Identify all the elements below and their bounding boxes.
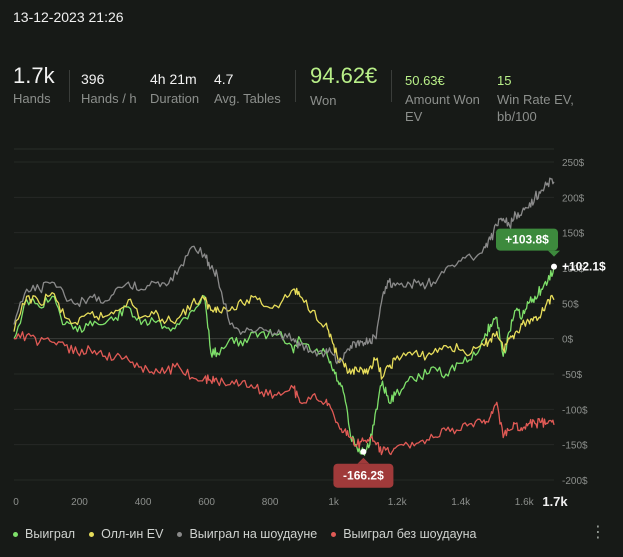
legend-label: Выиграл <box>25 527 76 541</box>
legend-dot <box>13 531 18 537</box>
max-annotation-text: +103.8$ <box>505 233 549 247</box>
max-annotation-pointer <box>548 250 560 257</box>
y-tick-label: -100$ <box>562 405 588 416</box>
x-tick-label: 1k <box>328 497 340 508</box>
x-end-label: 1.7k <box>542 494 568 509</box>
end-value-label: +102.1$ <box>562 260 606 274</box>
stat-amount-won-ev-value: 50.63€ <box>405 73 445 88</box>
stat-won: 94.62€ Won <box>310 62 377 109</box>
stat-won-label: Won <box>310 93 337 108</box>
x-tick-label: 800 <box>262 497 279 508</box>
stat-duration: 4h 21m Duration <box>150 71 199 107</box>
legend-item-allin-ev[interactable]: Олл-ин EV <box>89 527 163 541</box>
y-tick-label: -200$ <box>562 476 588 487</box>
min-annotation-pointer <box>357 457 370 464</box>
divider <box>69 70 70 102</box>
winnings-chart[interactable]: 250$200$150$100$50$0$-50$-100$-150$-200$… <box>0 140 623 515</box>
series-min-point <box>360 448 367 455</box>
stat-amount-won-ev-label-2: EV <box>405 109 423 124</box>
stat-won-value: 94.62€ <box>310 63 378 88</box>
stat-hands-value: 1.7k <box>13 63 55 88</box>
x-tick-label: 1.4k <box>451 497 471 508</box>
stat-avg-tables-value: 4.7 <box>214 71 234 87</box>
stat-hands-per-hour-label: Hands / h <box>81 91 137 106</box>
stat-duration-label: Duration <box>150 91 200 106</box>
legend-label: Выиграл на шоудауне <box>189 527 318 541</box>
stat-avg-tables: 4.7 Avg. Tables <box>214 71 281 107</box>
legend-item-non-showdown[interactable]: Выиграл без шоудауна <box>331 527 477 541</box>
x-tick-label: 1.2k <box>388 497 408 508</box>
y-tick-label: 0$ <box>562 335 574 346</box>
x-tick-label: 200 <box>71 497 88 508</box>
series-end-point <box>551 263 557 270</box>
session-datetime: 13-12-2023 21:26 <box>13 9 124 25</box>
series-line-2 <box>13 287 555 380</box>
stat-hands-label: Hands <box>13 91 51 106</box>
stat-hands: 1.7k Hands <box>13 62 55 107</box>
stat-amount-won-ev-label-1: Amount Won <box>405 92 480 107</box>
stat-win-rate-ev-value: 15 <box>497 73 512 88</box>
x-tick-label: 400 <box>135 497 152 508</box>
y-tick-label: 150$ <box>562 229 585 240</box>
kebab-menu-icon[interactable]: ⋮ <box>590 525 606 541</box>
legend-label: Олл-ин EV <box>101 527 164 541</box>
divider <box>391 70 392 102</box>
stat-avg-tables-label: Avg. Tables <box>214 91 281 106</box>
y-tick-label: -50$ <box>562 370 582 381</box>
legend-dot <box>331 531 337 537</box>
chart-legend: Выиграл Олл-ин EV Выиграл на шоудауне Вы… <box>13 527 491 541</box>
series-line-3 <box>13 177 555 365</box>
legend-item-won[interactable]: Выиграл <box>13 527 75 541</box>
y-tick-label: 250$ <box>562 158 585 169</box>
legend-item-showdown[interactable]: Выиграл на шоудауне <box>177 527 317 541</box>
min-annotation-text: -166.2$ <box>343 469 384 483</box>
x-tick-label: 600 <box>198 497 215 508</box>
stat-amount-won-ev: 50.63€ Amount Won EV <box>405 72 480 125</box>
stat-hands-per-hour: 396 Hands / h <box>81 71 137 107</box>
y-tick-label: 200$ <box>562 193 585 204</box>
stat-hands-per-hour-value: 396 <box>81 71 105 87</box>
legend-dot <box>89 531 95 537</box>
divider <box>295 70 296 102</box>
stat-win-rate-ev-label-2: bb/100 <box>497 109 537 124</box>
x-tick-label: 1.6k <box>515 497 535 508</box>
stat-win-rate-ev-label-1: Win Rate EV, <box>497 92 574 107</box>
stat-duration-value: 4h 21m <box>150 71 197 87</box>
x-tick-label: 0 <box>13 497 19 508</box>
stat-win-rate-ev: 15 Win Rate EV, bb/100 <box>497 72 574 125</box>
series-line-4 <box>14 331 555 456</box>
y-tick-label: 50$ <box>562 299 579 310</box>
y-tick-label: -150$ <box>562 441 588 452</box>
legend-label: Выиграл без шоудауна <box>343 527 477 541</box>
legend-dot <box>177 531 183 537</box>
